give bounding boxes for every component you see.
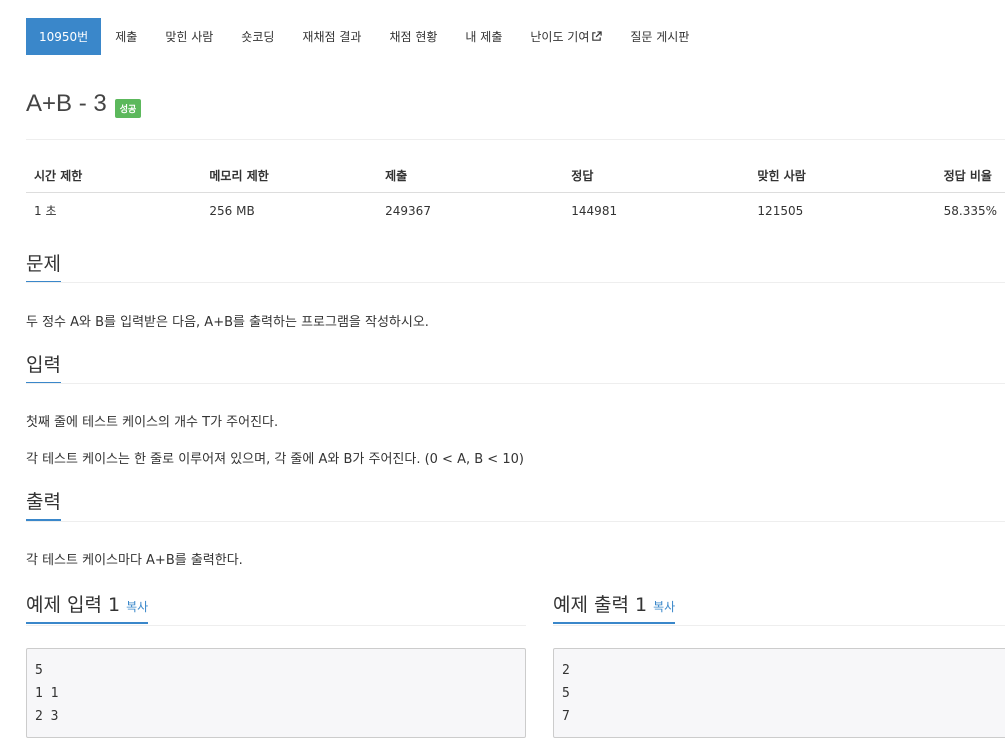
tab-short-coding[interactable]: 숏코딩 bbox=[227, 18, 288, 55]
input-description-line: 첫째 줄에 테스트 케이스의 개수 T가 주어진다. bbox=[26, 415, 279, 430]
tab-my-submissions[interactable]: 내 제출 bbox=[451, 18, 516, 55]
sample-output-title: 예제 출력 1 bbox=[553, 594, 648, 616]
section-heading-problem: 문제 bbox=[26, 254, 61, 283]
table-row: 1 초 256 MB 249367 144981 121505 58.335% bbox=[26, 193, 1005, 229]
tab-label: 난이도 기여 bbox=[530, 30, 590, 44]
tab-submit[interactable]: 제출 bbox=[101, 18, 151, 55]
cell-submissions: 249367 bbox=[385, 203, 431, 218]
copy-sample-output-button[interactable]: 복사 bbox=[653, 600, 675, 614]
sample-output-line: 2 bbox=[562, 663, 570, 678]
sample-input-heading: 예제 입력 1 복사 bbox=[26, 594, 149, 624]
header-solved-users: 맞힌 사람 bbox=[749, 158, 936, 193]
cell-accepted: 144981 bbox=[571, 203, 618, 218]
tab-question-board[interactable]: 질문 게시판 bbox=[616, 18, 703, 55]
sample-input-line: 5 bbox=[35, 663, 43, 678]
header-accepted: 정답 bbox=[563, 158, 750, 193]
problem-title-area: A+B - 3 성공 bbox=[26, 90, 142, 118]
divider bbox=[26, 139, 1005, 140]
tab-label: 채점 현황 bbox=[389, 30, 438, 44]
header-submissions: 제출 bbox=[377, 158, 564, 193]
divider bbox=[26, 282, 1005, 283]
divider bbox=[26, 625, 526, 626]
tab-label: 제출 bbox=[115, 30, 138, 44]
sample-output-box[interactable]: 2 5 7 bbox=[553, 648, 1005, 738]
divider bbox=[26, 383, 1005, 384]
sample-input-box[interactable]: 5 1 1 2 3 bbox=[26, 648, 526, 738]
sample-output-heading: 예제 출력 1 복사 bbox=[553, 594, 676, 624]
cell-solved-users: 121505 bbox=[757, 203, 804, 218]
tab-label: 질문 게시판 bbox=[630, 30, 690, 44]
tab-rejudge-results[interactable]: 재채점 결과 bbox=[288, 18, 375, 55]
cell-time-limit: 1 초 bbox=[34, 204, 57, 218]
page-title: A+B - 3 bbox=[26, 90, 107, 117]
input-description-line: 각 테스트 케이스는 한 줄로 이루어져 있으며, 각 줄에 A와 B가 주어진… bbox=[26, 452, 524, 467]
sample-output-line: 5 bbox=[562, 686, 570, 701]
external-link-icon bbox=[592, 31, 603, 41]
tab-judge-status[interactable]: 채점 현황 bbox=[375, 18, 451, 55]
status-badge: 성공 bbox=[114, 98, 142, 118]
section-heading-output: 출력 bbox=[26, 492, 61, 521]
tab-label: 숏코딩 bbox=[241, 30, 275, 44]
problem-description: 두 정수 A와 B를 입력받은 다음, A+B를 출력하는 프로그램을 작성하시… bbox=[26, 315, 429, 330]
output-description: 각 테스트 케이스마다 A+B를 출력한다. bbox=[26, 553, 243, 568]
sample-output-line: 7 bbox=[562, 709, 570, 724]
divider bbox=[26, 521, 1005, 522]
problem-nav-tabs: 10950번 제출 맞힌 사람 숏코딩 재채점 결과 채점 현황 내 제출 난이… bbox=[26, 18, 703, 55]
sample-input-line: 2 3 bbox=[35, 709, 59, 724]
header-time-limit: 시간 제한 bbox=[26, 158, 202, 193]
tab-solved-users[interactable]: 맞힌 사람 bbox=[151, 18, 227, 55]
cell-accept-ratio: 58.335% bbox=[943, 203, 997, 218]
tab-label: 10950번 bbox=[39, 30, 89, 44]
copy-sample-input-button[interactable]: 복사 bbox=[126, 600, 148, 614]
table-header-row: 시간 제한 메모리 제한 제출 정답 맞힌 사람 정답 비율 bbox=[26, 158, 1005, 193]
sample-input-line: 1 1 bbox=[35, 686, 59, 701]
sample-input-title: 예제 입력 1 bbox=[26, 594, 121, 616]
section-heading-input: 입력 bbox=[26, 355, 61, 384]
header-memory-limit: 메모리 제한 bbox=[201, 158, 378, 193]
tab-label: 내 제출 bbox=[465, 30, 503, 44]
problem-info-table: 시간 제한 메모리 제한 제출 정답 맞힌 사람 정답 비율 1 초 256 M… bbox=[26, 158, 1005, 228]
divider bbox=[553, 625, 1005, 626]
header-accept-ratio: 정답 비율 bbox=[935, 158, 1005, 193]
tab-label: 재채점 결과 bbox=[302, 30, 362, 44]
tab-difficulty-contribution[interactable]: 난이도 기여 bbox=[516, 18, 616, 55]
cell-memory-limit: 256 MB bbox=[209, 203, 255, 218]
tab-label: 맞힌 사람 bbox=[165, 30, 214, 44]
tab-problem[interactable]: 10950번 bbox=[26, 18, 102, 55]
